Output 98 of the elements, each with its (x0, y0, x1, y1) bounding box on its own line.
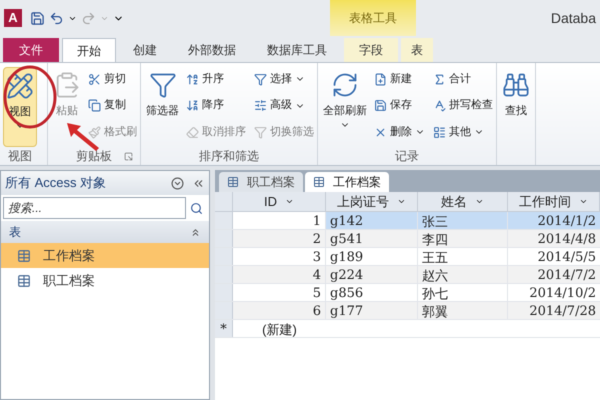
search-icon[interactable] (190, 202, 203, 214)
delete-icon (374, 126, 387, 139)
ribbon-button[interactable]: 拼写检查 (433, 94, 493, 118)
group-label: 排序和筛选 (199, 148, 259, 165)
table-cell: 2 (233, 230, 326, 247)
collapse-section-icon[interactable] (190, 226, 201, 238)
dialog-launcher-icon[interactable] (124, 152, 133, 160)
table-cell: g177 (326, 302, 418, 319)
document-tab[interactable]: 职工档案 (219, 172, 303, 192)
ribbon-large-button[interactable]: 查找 (500, 67, 532, 147)
caret-icon[interactable] (579, 197, 588, 206)
column-header[interactable]: 姓名 (418, 192, 508, 211)
ribbon-button[interactable]: 高级 (254, 94, 314, 118)
group-label: 剪贴板 (76, 148, 112, 165)
sigma-icon (433, 72, 446, 86)
funnel-icon (254, 126, 267, 139)
refresh-icon (331, 71, 359, 99)
ribbon-large-button[interactable]: 全部刷新 (321, 67, 369, 147)
table-row[interactable]: 6 g177 郭翼 2014/7/28 (215, 302, 600, 320)
table-row[interactable]: 2 g541 李四 2014/4/8 (215, 230, 600, 248)
sort-ascending-icon (186, 72, 199, 86)
ruler-pencil-icon (6, 72, 34, 100)
table-row[interactable]: 1 g142 张三 2014/1/2 (215, 212, 600, 230)
brush-icon (88, 126, 101, 139)
table-cell: 6 (233, 302, 326, 319)
table-icon (313, 176, 325, 188)
ribbon-button[interactable]: 升序 (186, 67, 246, 91)
sort-descending-icon (186, 99, 199, 112)
ribbon-button[interactable]: 降序 (186, 94, 246, 118)
copy-icon (88, 99, 101, 112)
table-row[interactable]: 3 g189 王五 2014/5/5 (215, 248, 600, 266)
search-field[interactable]: 搜索... (3, 197, 186, 219)
window-title: Databa (550, 8, 596, 28)
table-cell: g142 (326, 212, 418, 229)
table-cell: 李四 (418, 230, 508, 247)
ribbon-button[interactable]: 新建 (374, 67, 425, 91)
ribbon-tab[interactable]: 表 (401, 38, 433, 62)
table-cell: g541 (326, 230, 418, 247)
ribbon-button[interactable]: 其他 (433, 120, 493, 144)
scissors-icon (88, 72, 101, 86)
save-icon[interactable] (30, 10, 45, 26)
eraser-icon (186, 126, 199, 139)
caret-icon[interactable] (475, 197, 484, 206)
group-label: 视图 (8, 148, 32, 165)
table-cell: g224 (326, 266, 418, 283)
ribbon-tab[interactable]: 外部数据 (174, 38, 250, 62)
ribbon-button[interactable]: 保存 (374, 94, 425, 118)
spellcheck-icon (433, 99, 446, 112)
highlight-circle (4, 66, 56, 128)
table-cell: 赵六 (418, 266, 508, 283)
file-tab[interactable]: 文件 (3, 38, 59, 62)
save-icon (374, 99, 387, 112)
nav-item[interactable]: 工作档案 (1, 243, 209, 268)
ribbon-button[interactable]: 删除 (374, 120, 425, 144)
section-header: 表 (9, 224, 22, 241)
list-icon (433, 126, 446, 139)
ribbon-button[interactable]: 剪切 (88, 67, 137, 91)
ribbon-tab[interactable]: 字段 (344, 38, 398, 62)
table-row[interactable]: 4 g224 赵六 2014/7/2 (215, 266, 600, 284)
binoculars-icon (502, 71, 530, 99)
dropdown-icon[interactable] (171, 176, 184, 190)
table-cell: 张三 (418, 212, 508, 229)
table-cell: 2014/7/28 (508, 302, 600, 319)
pointer-arrow (67, 123, 99, 151)
ribbon-tab[interactable]: 开始 (62, 38, 116, 62)
funnel-icon (254, 72, 267, 86)
new-record-marker: * (215, 320, 233, 337)
column-header[interactable]: 工作时间 (508, 192, 600, 211)
ribbon-tab[interactable]: 创建 (119, 38, 171, 62)
ribbon-tab[interactable]: 数据库工具 (253, 38, 341, 62)
table-cell: 4 (233, 266, 326, 283)
ribbon-button[interactable]: 合计 (433, 67, 493, 91)
caret-icon[interactable] (285, 197, 294, 206)
document-tab[interactable]: 工作档案 (305, 172, 389, 192)
pane-title: 所有 Access 对象 (5, 174, 108, 192)
new-record-icon (374, 72, 387, 86)
column-header[interactable]: ID (233, 192, 326, 211)
table-row[interactable]: 5 g856 孙七 2014/10/2 (215, 284, 600, 302)
column-header[interactable]: 上岗证号 (326, 192, 418, 211)
undo-icon[interactable] (49, 10, 64, 26)
contextual-tab-group: 表格工具 (330, 0, 416, 36)
table-icon (17, 274, 31, 288)
ribbon-large-button[interactable]: 筛选器 (144, 67, 181, 147)
table-cell: 2014/4/8 (508, 230, 600, 247)
table-cell: 2014/1/2 (508, 212, 600, 229)
table-icon (17, 248, 31, 262)
caret-icon[interactable] (397, 197, 406, 206)
table-icon (227, 176, 239, 188)
ribbon-button[interactable]: 选择 (254, 67, 314, 91)
nav-item[interactable]: 职工档案 (1, 268, 209, 293)
funnel-icon (148, 71, 176, 99)
ribbon-button[interactable]: 复制 (88, 94, 137, 118)
table-cell: 2014/7/2 (508, 266, 600, 283)
sliders-icon (254, 99, 267, 112)
table-cell: 郭翼 (418, 302, 508, 319)
app-logo: A (4, 9, 22, 27)
table-cell-text: (新建) (261, 321, 298, 337)
group-label: 记录 (395, 148, 419, 165)
